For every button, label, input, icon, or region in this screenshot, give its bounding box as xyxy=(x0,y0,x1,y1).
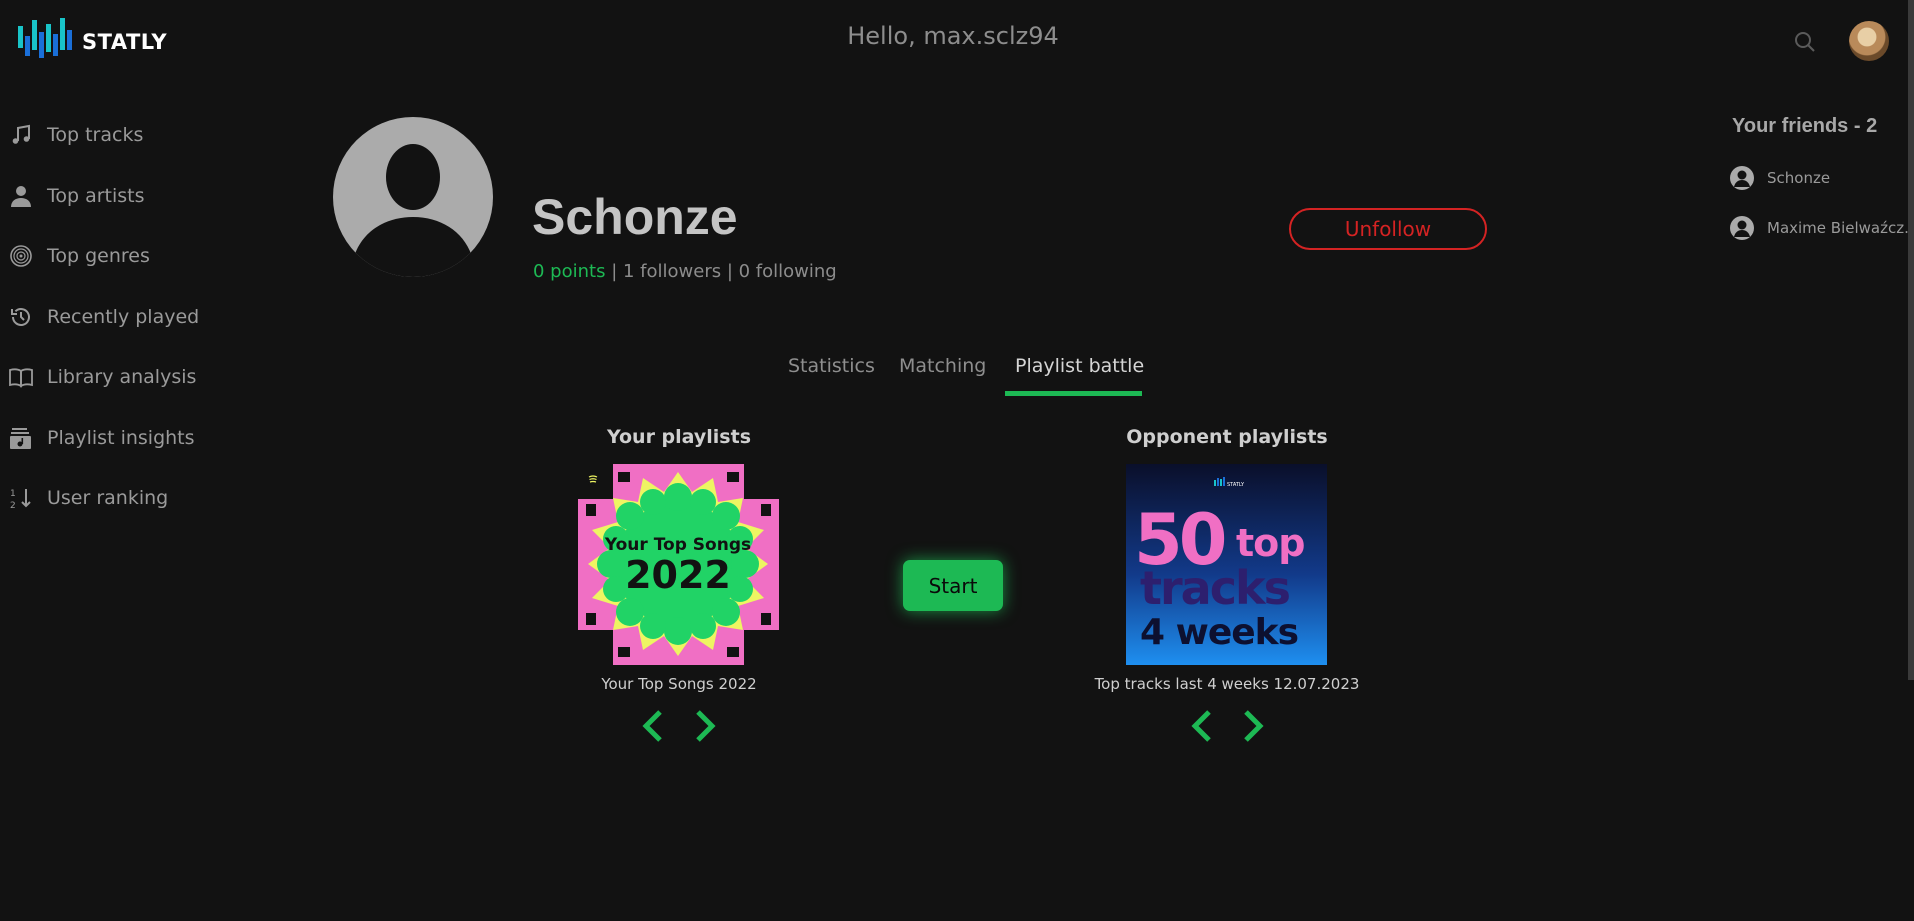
sidebar-item-label: Library analysis xyxy=(47,366,197,388)
search-icon[interactable] xyxy=(1793,30,1817,54)
cover-brand: STATLY xyxy=(1227,482,1245,488)
sidebar-item-top-genres[interactable]: Top genres xyxy=(9,244,150,268)
sidebar-item-top-tracks[interactable]: Top tracks xyxy=(9,123,143,147)
sort-numeric-icon: 12 xyxy=(10,489,31,510)
page-scrollbar[interactable] xyxy=(1908,0,1914,680)
your-playlist-name: Your Top Songs 2022 xyxy=(601,675,757,693)
music-note-icon xyxy=(12,124,30,144)
tab-playlist-battle[interactable]: Playlist battle xyxy=(1015,355,1144,377)
your-playlist-next-button[interactable] xyxy=(690,708,720,744)
opponent-playlist-name: Top tracks last 4 weeks 12.07.2023 xyxy=(1094,675,1360,693)
unfollow-button[interactable]: Unfollow xyxy=(1289,208,1487,250)
opponent-playlist-cover: STATLY 50 top tracks 4 weeks xyxy=(1126,464,1327,665)
chevron-left-icon xyxy=(1191,710,1211,742)
separator: | xyxy=(605,261,623,282)
sidebar-item-label: Top artists xyxy=(47,185,145,207)
person-icon xyxy=(11,186,31,207)
friend-avatar-icon xyxy=(1730,216,1754,240)
friend-avatar-icon xyxy=(1730,166,1754,190)
cover-word-top: top xyxy=(1236,521,1304,565)
sidebar-item-label: Recently played xyxy=(47,306,200,328)
playlist-icon xyxy=(10,428,31,449)
your-playlist-cover: Your Top Songs 2022 xyxy=(578,464,779,665)
history-icon xyxy=(11,308,30,326)
tab-matching[interactable]: Matching xyxy=(899,355,986,377)
friend-item[interactable]: Schonze xyxy=(1730,166,1910,190)
person-placeholder-icon xyxy=(351,144,475,277)
chevron-right-icon xyxy=(696,710,716,742)
svg-text:1: 1 xyxy=(10,489,16,499)
cover-word-weeks: 4 weeks xyxy=(1140,612,1298,653)
opponent-playlist-prev-button[interactable] xyxy=(1187,708,1217,744)
cover-title-line1: Your Top Songs xyxy=(604,535,751,555)
cover-title-line2: 2022 xyxy=(625,553,731,597)
friend-name: Maxime Bielwaźcz... xyxy=(1767,219,1910,237)
separator: | xyxy=(721,261,739,282)
friend-name: Schonze xyxy=(1767,169,1831,187)
sidebar-item-user-ranking[interactable]: 12 User ranking xyxy=(9,486,168,510)
cover-word-tracks: tracks xyxy=(1140,561,1290,615)
your-playlist-prev-button[interactable] xyxy=(638,708,668,744)
profile-stats: 0 points | 1 followers | 0 following xyxy=(533,261,837,282)
tab-statistics[interactable]: Statistics xyxy=(788,355,875,377)
svg-text:2: 2 xyxy=(10,501,16,510)
sidebar-item-library-analysis[interactable]: Library analysis xyxy=(9,365,196,389)
your-playlists-title: Your playlists xyxy=(606,426,752,448)
sidebar-item-playlist-insights[interactable]: Playlist insights xyxy=(9,426,195,450)
friends-title: Your friends - 2 xyxy=(1732,115,1878,137)
opponent-playlists-title: Opponent playlists xyxy=(1126,426,1328,448)
start-battle-button[interactable]: Start xyxy=(903,560,1003,611)
sidebar-item-top-artists[interactable]: Top artists xyxy=(9,184,145,208)
sidebar-item-label: User ranking xyxy=(47,487,169,509)
active-tab-indicator xyxy=(1005,391,1142,396)
book-icon xyxy=(9,368,33,388)
profile-name: Schonze xyxy=(532,189,738,245)
friend-item[interactable]: Maxime Bielwaźcz... xyxy=(1730,216,1910,240)
greeting: Hello, max.sclz94 xyxy=(847,22,1059,50)
points-count: 0 points xyxy=(533,261,606,282)
vinyl-icon xyxy=(10,245,32,267)
sidebar-item-label: Playlist insights xyxy=(47,427,195,449)
sidebar-item-label: Top genres xyxy=(47,245,150,267)
opponent-playlist-next-button[interactable] xyxy=(1238,708,1268,744)
following-count[interactable]: 0 following xyxy=(739,261,837,282)
followers-count[interactable]: 1 followers xyxy=(623,261,721,282)
sidebar-item-recently-played[interactable]: Recently played xyxy=(9,305,199,329)
chevron-right-icon xyxy=(1244,710,1264,742)
profile-picture xyxy=(333,117,493,277)
sidebar-item-label: Top tracks xyxy=(47,124,144,146)
chevron-left-icon xyxy=(642,710,662,742)
user-avatar[interactable] xyxy=(1849,21,1889,61)
